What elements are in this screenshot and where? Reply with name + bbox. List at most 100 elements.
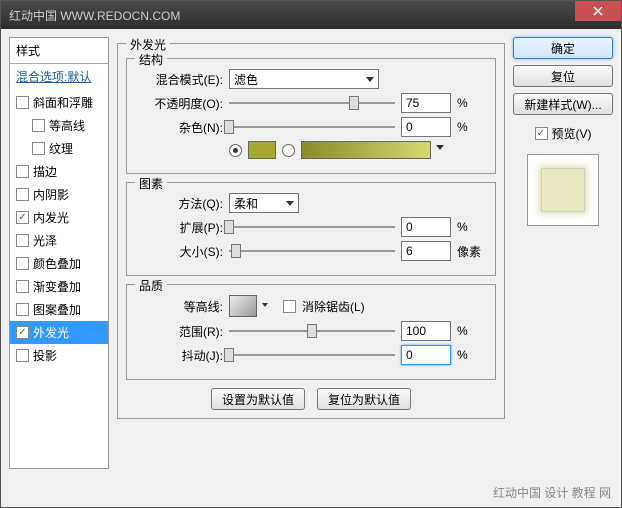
style-item-2[interactable]: 纹理	[10, 137, 108, 160]
size-unit: 像素	[457, 243, 487, 260]
range-unit: %	[457, 324, 487, 338]
styles-sidebar: 样式 混合选项:默认 斜面和浮雕等高线纹理描边内阴影内发光光泽颜色叠加渐变叠加图…	[9, 37, 109, 469]
spread-unit: %	[457, 220, 487, 234]
style-checkbox[interactable]	[16, 165, 29, 178]
style-label: 等高线	[49, 117, 85, 134]
style-item-11[interactable]: 投影	[10, 344, 108, 367]
set-default-button[interactable]: 设置为默认值	[211, 388, 305, 410]
style-checkbox[interactable]	[16, 303, 29, 316]
style-item-6[interactable]: 光泽	[10, 229, 108, 252]
antialias-checkbox[interactable]	[283, 300, 296, 313]
quality-title: 品质	[135, 277, 167, 294]
dropdown-icon	[262, 303, 268, 307]
blend-options-link[interactable]: 混合选项:默认	[10, 64, 108, 89]
blend-mode-label: 混合模式(E):	[135, 71, 223, 88]
content-area: 样式 混合选项:默认 斜面和浮雕等高线纹理描边内阴影内发光光泽颜色叠加渐变叠加图…	[1, 29, 621, 477]
antialias-label: 消除锯齿(L)	[302, 298, 365, 315]
default-buttons: 设置为默认值 复位为默认值	[126, 388, 496, 410]
style-label: 斜面和浮雕	[33, 94, 93, 111]
style-item-1[interactable]: 等高线	[10, 114, 108, 137]
gradient-radio[interactable]	[282, 144, 295, 157]
jitter-slider[interactable]	[229, 347, 395, 363]
opacity-label: 不透明度(O):	[135, 95, 223, 112]
structure-group: 结构 混合模式(E): 滤色 不透明度(O): 75 %	[126, 58, 496, 174]
style-label: 外发光	[33, 324, 69, 341]
style-item-4[interactable]: 内阴影	[10, 183, 108, 206]
contour-picker[interactable]	[229, 295, 257, 317]
style-checkbox[interactable]	[16, 188, 29, 201]
style-item-5[interactable]: 内发光	[10, 206, 108, 229]
outer-glow-fieldset: 外发光 结构 混合模式(E): 滤色 不透明度(O): 75	[117, 43, 505, 419]
opacity-input[interactable]: 75	[401, 93, 451, 113]
style-list: 斜面和浮雕等高线纹理描边内阴影内发光光泽颜色叠加渐变叠加图案叠加外发光投影	[10, 89, 108, 369]
style-label: 内阴影	[33, 186, 69, 203]
title-text: 红动中国 WWW.REDOCN.COM	[9, 7, 180, 24]
title-bar: 红动中国 WWW.REDOCN.COM	[1, 1, 621, 29]
dropdown-icon	[286, 201, 294, 206]
style-item-8[interactable]: 渐变叠加	[10, 275, 108, 298]
noise-slider[interactable]	[229, 119, 395, 135]
style-label: 纹理	[49, 140, 73, 157]
style-checkbox[interactable]	[16, 280, 29, 293]
range-input[interactable]: 100	[401, 321, 451, 341]
noise-input[interactable]: 0	[401, 117, 451, 137]
close-button[interactable]	[575, 1, 621, 21]
style-item-0[interactable]: 斜面和浮雕	[10, 91, 108, 114]
preview-toggle[interactable]: 预览(V)	[513, 125, 613, 142]
dropdown-icon	[436, 145, 444, 150]
preview-box	[527, 154, 599, 226]
style-checkbox[interactable]	[32, 142, 45, 155]
structure-title: 结构	[135, 51, 167, 68]
layer-style-dialog: 红动中国 WWW.REDOCN.COM 样式 混合选项:默认 斜面和浮雕等高线纹…	[0, 0, 622, 508]
style-item-9[interactable]: 图案叠加	[10, 298, 108, 321]
solid-color-radio[interactable]	[229, 144, 242, 157]
style-label: 图案叠加	[33, 301, 81, 318]
gradient-picker[interactable]	[301, 141, 431, 159]
jitter-input[interactable]: 0	[401, 345, 451, 365]
ok-button[interactable]: 确定	[513, 37, 613, 59]
contour-label: 等高线:	[135, 298, 223, 315]
size-slider[interactable]	[229, 243, 395, 259]
dropdown-icon	[366, 77, 374, 82]
range-label: 范围(R):	[135, 323, 223, 340]
style-label: 投影	[33, 347, 57, 364]
style-item-10[interactable]: 外发光	[10, 321, 108, 344]
spread-label: 扩展(P):	[135, 219, 223, 236]
style-label: 内发光	[33, 209, 69, 226]
style-item-7[interactable]: 颜色叠加	[10, 252, 108, 275]
footer-watermark: 红动中国 设计 教程 网	[493, 484, 611, 501]
range-slider[interactable]	[229, 323, 395, 339]
color-type-group	[229, 141, 431, 159]
style-label: 颜色叠加	[33, 255, 81, 272]
style-checkbox[interactable]	[16, 96, 29, 109]
spread-input[interactable]: 0	[401, 217, 451, 237]
noise-unit: %	[457, 120, 487, 134]
style-checkbox[interactable]	[16, 326, 29, 339]
style-checkbox[interactable]	[16, 257, 29, 270]
element-title: 图素	[135, 175, 167, 192]
reset-default-button[interactable]: 复位为默认值	[317, 388, 411, 410]
style-item-3[interactable]: 描边	[10, 160, 108, 183]
quality-group: 品质 等高线: 消除锯齿(L) 范围(R): 100 %	[126, 284, 496, 380]
style-checkbox[interactable]	[16, 349, 29, 362]
preview-label: 预览(V)	[552, 125, 592, 142]
sidebar-header: 样式	[10, 38, 108, 64]
opacity-slider[interactable]	[229, 95, 395, 111]
size-input[interactable]: 6	[401, 241, 451, 261]
color-swatch[interactable]	[248, 141, 276, 159]
method-label: 方法(Q):	[135, 195, 223, 212]
style-checkbox[interactable]	[16, 234, 29, 247]
spread-slider[interactable]	[229, 219, 395, 235]
method-select[interactable]: 柔和	[229, 193, 299, 213]
blend-mode-select[interactable]: 滤色	[229, 69, 379, 89]
style-label: 描边	[33, 163, 57, 180]
jitter-label: 抖动(J):	[135, 347, 223, 364]
close-icon	[593, 6, 603, 16]
preview-checkbox[interactable]	[535, 127, 548, 140]
new-style-button[interactable]: 新建样式(W)...	[513, 93, 613, 115]
style-checkbox[interactable]	[16, 211, 29, 224]
reset-button[interactable]: 复位	[513, 65, 613, 87]
style-checkbox[interactable]	[32, 119, 45, 132]
main-panel: 外发光 结构 混合模式(E): 滤色 不透明度(O): 75	[117, 37, 505, 469]
size-label: 大小(S):	[135, 243, 223, 260]
